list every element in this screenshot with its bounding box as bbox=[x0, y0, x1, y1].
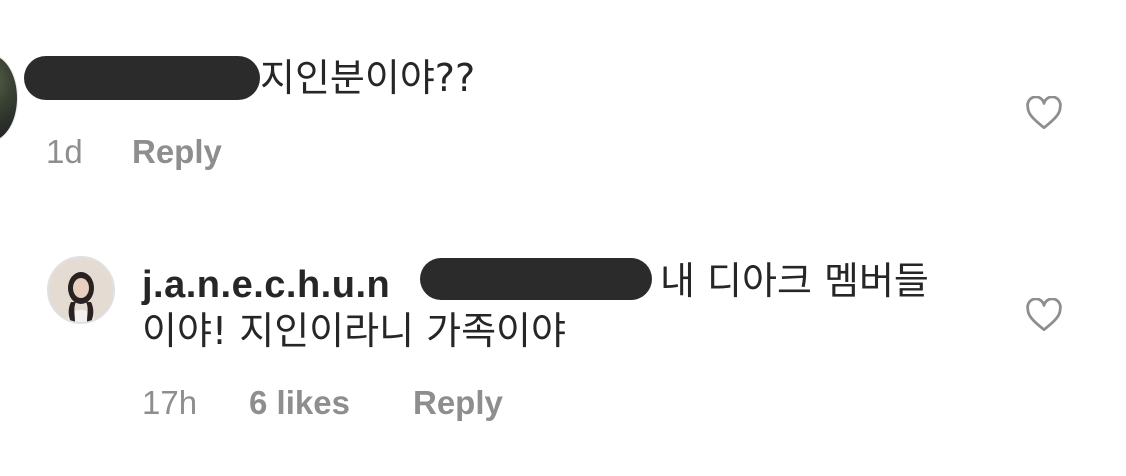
comment-timestamp: 1d bbox=[46, 133, 83, 170]
avatar-photo bbox=[49, 258, 113, 322]
comment-timestamp: 17h bbox=[142, 384, 198, 421]
reply-button[interactable]: Reply bbox=[132, 133, 222, 171]
username[interactable]: j.a.n.e.c.h.u.n bbox=[142, 264, 390, 307]
comment-text-line-1: 내 디아크 멤버들 bbox=[660, 259, 929, 303]
comment-text-line-2: 이야! 지인이라니 가족이야 bbox=[142, 309, 566, 353]
heart-icon[interactable] bbox=[1025, 96, 1063, 130]
redacted-mention bbox=[24, 56, 260, 100]
comment-text: 지인분이야?? bbox=[260, 56, 476, 100]
avatar[interactable] bbox=[0, 54, 18, 142]
heart-icon[interactable] bbox=[1025, 298, 1063, 332]
likes-count[interactable]: 6 likes bbox=[249, 384, 350, 422]
reply-button[interactable]: Reply bbox=[413, 384, 503, 422]
avatar[interactable] bbox=[47, 256, 115, 324]
redacted-mention bbox=[420, 258, 652, 300]
